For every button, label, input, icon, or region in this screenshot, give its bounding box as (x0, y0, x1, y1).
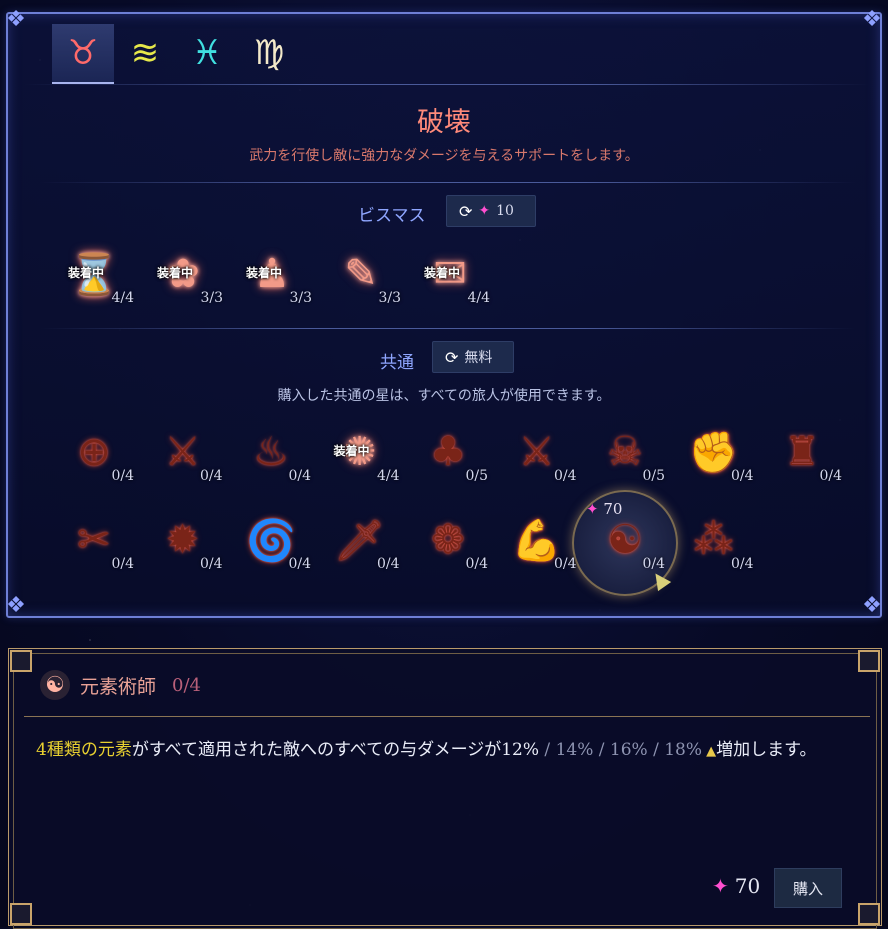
bismuth-refresh-button[interactable]: ⟳ ✦ 10 (446, 195, 536, 227)
divider (24, 716, 870, 717)
bismuth-label: ビスマス (358, 206, 426, 226)
gem-icon: ✦ (478, 203, 491, 219)
buy-price: ✦ 70 (712, 874, 760, 898)
ornament-corner-icon: ❖ (862, 7, 882, 32)
tab-aquarius[interactable]: ≋ (114, 24, 176, 82)
tab-taurus[interactable]: ♉ (52, 24, 114, 84)
refresh-cost: 10 (496, 203, 514, 219)
star-slot[interactable]: ❁ 0/4 (412, 508, 488, 576)
detail-description: 4種類の元素がすべて適用された敵へのすべての与ダメージが12% / 14% / … (36, 735, 816, 760)
divider (40, 182, 856, 183)
yin-yang-icon: ☯ (40, 670, 70, 700)
ornament-corner-icon: ❖ (6, 7, 26, 32)
common-refresh-button[interactable]: ⟳ 無料 (432, 341, 514, 373)
star-slot[interactable]: ✊ 0/4 (678, 420, 754, 488)
star-slot[interactable]: ⁂ 0/4 (678, 508, 754, 576)
star-level: 0/4 (111, 556, 134, 572)
star-level: 0/5 (465, 468, 488, 484)
star-level: 0/4 (819, 468, 842, 484)
desc-end: 増加します。 (716, 740, 817, 760)
virgo-icon: ♍ (253, 33, 285, 73)
divider (24, 84, 870, 85)
page-title: 破壊 (417, 107, 471, 138)
desc-keyword: 4種類の元素 (36, 740, 132, 760)
increase-arrow-icon: ▲ (702, 744, 717, 759)
star-level: 0/4 (199, 556, 223, 572)
divider (40, 328, 856, 329)
desc-tiers: / 14% / 16% / 18% (539, 740, 702, 760)
star-level: 4/4 (111, 290, 134, 306)
taurus-icon: ♉ (67, 33, 99, 73)
star-level: 4/4 (467, 290, 490, 306)
star-level: 0/4 (730, 468, 754, 484)
aquarius-icon: ≋ (130, 33, 160, 73)
detail-header: ☯ 元素術師 0/4 (40, 670, 201, 700)
star-level: 0/4 (376, 556, 400, 572)
star-slot[interactable]: ♜ 0/4 (766, 420, 842, 488)
detail-level: 0/4 (172, 674, 201, 696)
star-level: 0/5 (642, 468, 665, 484)
star-slot[interactable]: ⌛ 装着中 4/4 (58, 242, 134, 310)
tab-virgo[interactable]: ♍ (238, 24, 300, 82)
equipped-label: 装着中 (68, 266, 105, 280)
star-level: 0/4 (553, 556, 577, 572)
common-note: 購入した共通の星は、すべての旅人が使用できます。 (277, 388, 611, 404)
star-level: 3/3 (378, 290, 401, 306)
refresh-icon: ⟳ (459, 201, 473, 221)
ornament-corner-icon: ❖ (6, 593, 26, 618)
refresh-icon: ⟳ (445, 347, 459, 367)
ornament-corner-icon: ❖ (862, 593, 882, 618)
star-level: 0/4 (111, 468, 134, 484)
ornament-corner-icon (10, 903, 32, 925)
star-level: 3/3 (200, 290, 223, 306)
equipped-label: 装着中 (246, 266, 283, 280)
ornament-corner-icon (10, 650, 32, 672)
page-subtitle: 武力を行使し敵に強力なダメージを与えるサポートをします。 (249, 148, 639, 164)
star-slot[interactable]: ♟ 装着中 3/3 (236, 242, 312, 310)
star-level: 0/4 (730, 556, 754, 572)
star-level: 0/4 (288, 468, 311, 484)
buy-button[interactable]: 購入 (774, 868, 842, 908)
star-level: 0/4 (553, 468, 577, 484)
ornament-corner-icon (858, 903, 880, 925)
equipped-label: 装着中 (157, 266, 194, 280)
star-level: 0/4 (465, 556, 488, 572)
star-slot[interactable]: ✹ 0/4 (147, 508, 223, 576)
star-slot[interactable]: ⊕ 0/4 (58, 420, 134, 488)
star-slot[interactable]: ✎ 3/3 (325, 242, 401, 310)
star-level: 4/4 (376, 468, 400, 484)
star-slot[interactable]: ♨ 0/4 (235, 420, 311, 488)
selected-price: 70 (603, 500, 623, 518)
equipped-label: 装着中 (424, 266, 461, 280)
star-slot[interactable]: ✺ 装着中 4/4 (324, 420, 400, 488)
star-slot[interactable]: ✂ 0/4 (58, 508, 134, 576)
star-slot[interactable]: ⚔ 0/4 (501, 420, 577, 488)
gem-icon: ✦ (712, 874, 729, 898)
selected-price-tag: ✦ 70 (586, 500, 622, 518)
star-slot[interactable]: ⚔ 0/4 (147, 420, 223, 488)
star-slot[interactable]: ♣ 0/5 (412, 420, 488, 488)
ornament-corner-icon (858, 650, 880, 672)
star-slot[interactable]: ☠ 0/5 (589, 420, 665, 488)
detail-name: 元素術師 (80, 675, 157, 698)
star-slot[interactable]: 🌀 0/4 (235, 508, 311, 576)
refresh-free-label: 無料 (464, 350, 493, 366)
constellation-tabs: ♉ ≋ ♓ ♍ (52, 24, 300, 84)
pisces-icon: ♓ (191, 33, 223, 73)
star-slot[interactable]: 🗡 0/4 (324, 508, 400, 576)
buy-price-value: 70 (734, 874, 761, 898)
desc-main: がすべて適用された敵へのすべての与ダメージが12% (131, 740, 540, 760)
star-level: 0/4 (199, 468, 223, 484)
star-level: 3/3 (289, 290, 312, 306)
star-slot[interactable]: 💪 0/4 (501, 508, 577, 576)
equipped-label: 装着中 (333, 444, 370, 458)
common-label: 共通 (380, 353, 414, 373)
star-slot[interactable]: ✉ 装着中 4/4 (414, 242, 490, 310)
tab-pisces[interactable]: ♓ (176, 24, 238, 82)
star-slot[interactable]: ☯ 0/4 (589, 508, 665, 576)
star-slot[interactable]: ✿ 装着中 3/3 (147, 242, 223, 310)
gem-icon: ✦ (586, 500, 599, 518)
star-level: 0/4 (288, 556, 311, 572)
